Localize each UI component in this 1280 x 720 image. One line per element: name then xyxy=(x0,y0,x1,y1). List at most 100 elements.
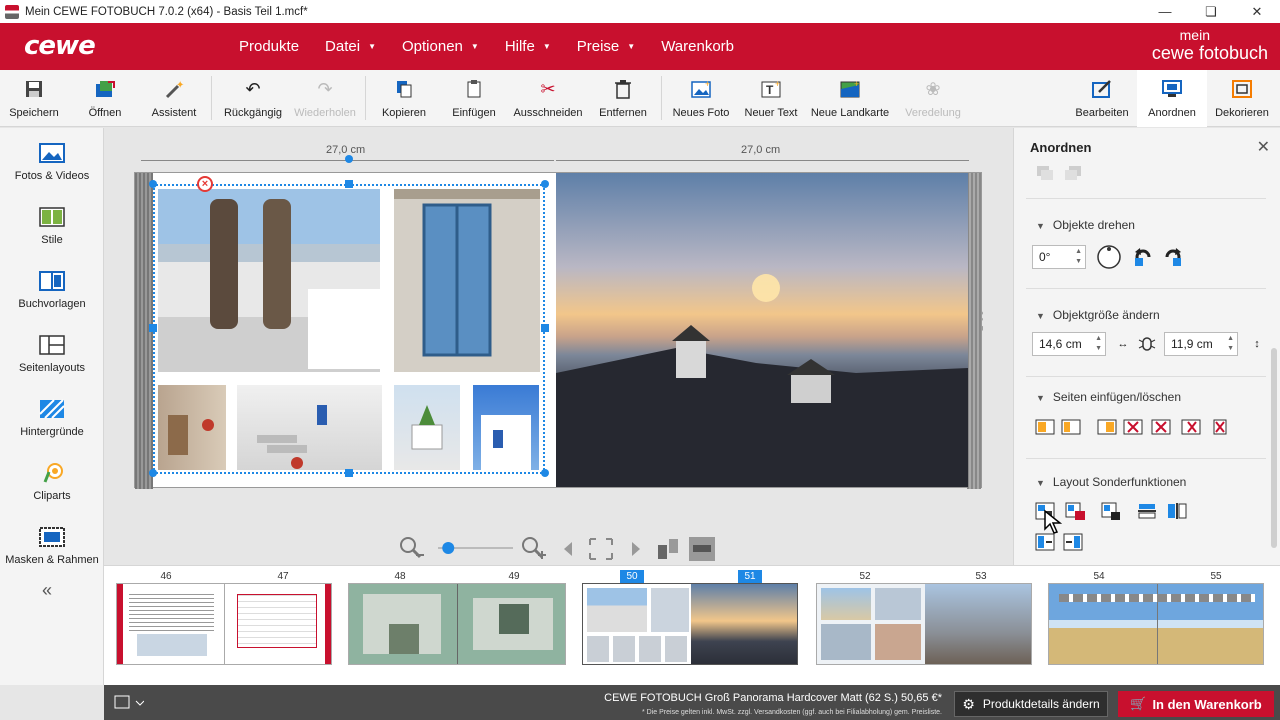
insert-page-before-icon[interactable] xyxy=(1034,416,1056,438)
delete-spread-icon[interactable] xyxy=(1150,416,1172,438)
spread-52-53[interactable] xyxy=(816,583,1032,665)
add-to-cart-button[interactable]: 🛒 In den Warenkorb xyxy=(1118,691,1274,717)
prev-page-icon[interactable] xyxy=(564,542,572,556)
bring-forward-icon[interactable] xyxy=(1034,162,1056,184)
rotate-handle[interactable] xyxy=(345,155,353,163)
minimize-icon[interactable]: — xyxy=(1142,0,1188,23)
restore-icon[interactable]: ❏ xyxy=(1188,0,1234,23)
preview-mode-icon[interactable] xyxy=(689,537,715,561)
rotate-left-icon[interactable] xyxy=(1132,246,1154,268)
page-number-active: 51 xyxy=(738,570,762,584)
spread-54-55[interactable] xyxy=(1048,583,1264,665)
next-page-icon[interactable] xyxy=(632,542,640,556)
page-number: 46 xyxy=(154,570,178,584)
close-window-icon[interactable]: ✕ xyxy=(1234,0,1280,23)
menu-preise[interactable]: Preise ▼ xyxy=(577,38,635,55)
photo-sunset-windmill[interactable] xyxy=(556,173,968,487)
height-arrows-icon: ↕ xyxy=(1254,338,1260,350)
zoom-bar xyxy=(398,535,718,563)
rotate-right-icon[interactable] xyxy=(1162,246,1184,268)
toolbar: Speichern Öffnen ✦ Assistent ↶ Rückgängi… xyxy=(0,70,1280,127)
object-height-input[interactable]: 11,9 cm ▲ ▼ xyxy=(1164,332,1238,356)
view-options-icon[interactable] xyxy=(114,695,145,711)
frame-icon xyxy=(1231,78,1253,100)
resize-handle-sw[interactable] xyxy=(149,469,157,477)
spread-48-49[interactable] xyxy=(348,583,566,665)
arrange-mode-button[interactable]: Anordnen xyxy=(1137,70,1207,127)
save-button[interactable]: Speichern xyxy=(8,70,60,127)
sidebar-item-masks-frames[interactable]: Masken & Rahmen xyxy=(0,526,104,566)
mouse-cursor-icon xyxy=(1042,509,1064,534)
layout-fill-icon[interactable] xyxy=(1100,500,1122,522)
section-rotate[interactable]: ▼ Objekte drehen xyxy=(1036,218,1135,232)
rotation-dial-icon[interactable] xyxy=(1096,244,1122,270)
delete-left-page-icon[interactable] xyxy=(1180,416,1202,438)
mirror-layout-icon[interactable] xyxy=(1062,531,1084,553)
align-horizontal-icon[interactable] xyxy=(1136,500,1158,522)
menu-warenkorb[interactable]: Warenkorb xyxy=(661,38,734,55)
open-button[interactable]: Öffnen xyxy=(80,70,130,127)
stepper-arrows-icon[interactable]: ▲ ▼ xyxy=(1075,247,1082,267)
new-map-button[interactable]: + Neue Landkarte xyxy=(810,70,890,127)
panel-divider xyxy=(1026,376,1266,377)
refine-button[interactable]: ❀ Veredelung xyxy=(902,70,964,127)
stepper-arrows-icon[interactable]: ▲ ▼ xyxy=(1095,334,1102,354)
chevron-down-icon: ▼ xyxy=(1036,311,1045,321)
undo-button[interactable]: ↶ Rückgängig xyxy=(222,70,284,127)
menu-optionen[interactable]: Optionen ▼ xyxy=(402,38,479,55)
edit-mode-button[interactable]: Bearbeiten xyxy=(1067,70,1137,127)
assistant-button[interactable]: ✦ Assistent xyxy=(148,70,200,127)
close-icon[interactable]: ✕ xyxy=(1257,137,1270,157)
stepper-arrows-icon[interactable]: ▲ ▼ xyxy=(1227,334,1234,354)
sidebar-item-styles[interactable]: Stile xyxy=(0,206,104,246)
rotate-angle-input[interactable]: 0° ▲ ▼ xyxy=(1032,245,1086,269)
menu-hilfe[interactable]: Hilfe ▼ xyxy=(505,38,551,55)
spread-46-47[interactable] xyxy=(116,583,332,665)
svg-text:✦: ✦ xyxy=(176,80,184,91)
menu-datei[interactable]: Datei ▼ xyxy=(325,38,376,55)
zoom-slider-handle[interactable] xyxy=(442,542,455,554)
panel-scrollbar[interactable] xyxy=(1271,348,1277,548)
delete-page-icon[interactable] xyxy=(1122,416,1144,438)
paste-button[interactable]: Einfügen xyxy=(450,70,498,127)
insert-spread-icon[interactable] xyxy=(1096,416,1118,438)
delete-object-icon[interactable]: × xyxy=(197,176,213,192)
layout-remove-icon[interactable] xyxy=(1064,500,1086,522)
section-pages[interactable]: ▼ Seiten einfügen/löschen xyxy=(1036,390,1181,404)
delete-right-page-icon[interactable] xyxy=(1208,416,1230,438)
zoom-in-icon[interactable] xyxy=(522,537,546,559)
lock-ratio-icon[interactable] xyxy=(1136,333,1158,355)
section-layout-special[interactable]: ▼ Layout Sonderfunktionen xyxy=(1036,475,1186,489)
decorate-mode-button[interactable]: Dekorieren xyxy=(1207,70,1277,127)
collapse-sidebar-icon[interactable]: « xyxy=(42,580,52,601)
resize-handle-se[interactable] xyxy=(541,469,549,477)
resize-handle-nw[interactable] xyxy=(149,180,157,188)
redo-button[interactable]: ↷ Wiederholen xyxy=(292,70,358,127)
section-object-size[interactable]: ▼ Objektgröße ändern xyxy=(1036,308,1160,322)
resize-handle-n[interactable] xyxy=(345,180,353,188)
copy-button[interactable]: Kopieren xyxy=(380,70,428,127)
remove-button[interactable]: Entfernen xyxy=(598,70,648,127)
sidebar-item-cliparts[interactable]: Cliparts xyxy=(0,462,104,502)
sidebar-item-photos[interactable]: Fotos & Videos xyxy=(0,142,104,182)
resize-handle-ne[interactable] xyxy=(541,180,549,188)
spread-50-51-active[interactable] xyxy=(582,583,798,665)
new-text-button[interactable]: T + Neuer Text xyxy=(744,70,798,127)
menu-produkte[interactable]: Produkte xyxy=(239,38,299,55)
sidebar-item-book-templates[interactable]: Buchvorlagen xyxy=(0,270,104,310)
object-width-input[interactable]: 14,6 cm ▲ ▼ xyxy=(1032,332,1106,356)
resize-handle-e[interactable] xyxy=(541,324,549,332)
zoom-out-icon[interactable] xyxy=(400,537,424,559)
resize-handle-w[interactable] xyxy=(149,324,157,332)
sidebar-item-backgrounds[interactable]: Hintergründe xyxy=(0,398,104,438)
insert-page-after-icon[interactable] xyxy=(1060,416,1082,438)
fit-to-screen-icon[interactable] xyxy=(589,538,613,560)
sidebar-item-page-layouts[interactable]: Seitenlayouts xyxy=(0,334,104,374)
send-backward-icon[interactable] xyxy=(1062,162,1084,184)
swap-pages-icon[interactable] xyxy=(658,539,678,559)
new-photo-button[interactable]: + Neues Foto xyxy=(670,70,732,127)
align-vertical-icon[interactable] xyxy=(1166,500,1188,522)
cut-button[interactable]: ✂ Ausschneiden xyxy=(512,70,584,127)
product-details-button[interactable]: ⚙ Produktdetails ändern xyxy=(954,691,1108,717)
resize-handle-s[interactable] xyxy=(345,469,353,477)
